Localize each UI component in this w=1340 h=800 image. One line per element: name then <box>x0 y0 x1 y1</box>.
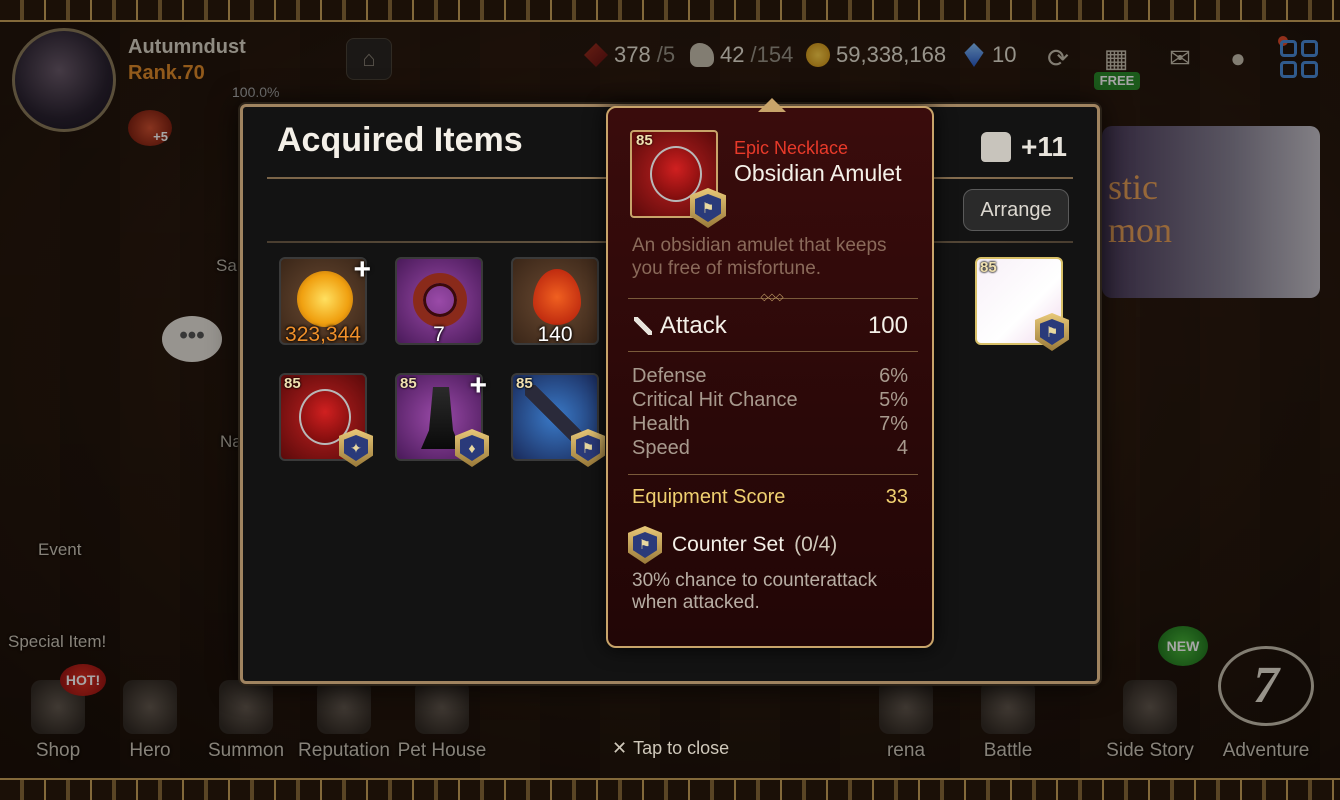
set-name: Counter Set <box>672 533 785 556</box>
tooltip-item-icon: 85 ⚑ <box>630 130 726 228</box>
equipment-score-row: Equipment Score 33 <box>632 486 908 509</box>
item-tooltip: 85 ⚑ Epic Necklace Obsidian Amulet An ob… <box>606 98 934 648</box>
set-badge-icon: ♦ <box>455 429 489 467</box>
item-name: Obsidian Amulet <box>734 160 902 186</box>
counter-set-icon: ⚑ <box>628 526 662 564</box>
sword-icon <box>634 317 652 335</box>
item-level: 85 <box>284 375 301 392</box>
tooltip-item-level: 85 <box>636 132 653 149</box>
item-slot-boots[interactable]: 85 + ♦ <box>395 369 489 467</box>
item-qty: 323,344 <box>285 323 361 346</box>
score-value: 33 <box>885 486 908 508</box>
item-slot-gold-charm[interactable]: + 323,344 <box>279 253 371 346</box>
substat-row: Critical Hit Chance 5% <box>632 389 908 411</box>
substat-row: Defense 6% <box>632 365 908 387</box>
main-stat-label: Attack <box>660 312 727 339</box>
substat-list: Defense 6% Critical Hit Chance 5% Health 7%… <box>632 364 908 460</box>
set-description: 30% chance to counterattack when attacke… <box>632 570 878 613</box>
set-info: ⚑ Counter Set (0/4) <box>628 526 837 564</box>
main-stat-row: Attack 100 <box>634 312 908 340</box>
item-rarity: Epic Necklace <box>734 138 849 158</box>
item-slot-leaf-material[interactable]: 140 <box>511 257 599 346</box>
bag-count: +11 <box>1021 131 1067 162</box>
item-qty: 140 <box>537 323 573 346</box>
item-level: 85 <box>516 375 533 392</box>
divider <box>628 474 918 475</box>
set-badge-icon: ✦ <box>339 429 373 467</box>
substat-row: Speed 4 <box>632 437 908 459</box>
item-qty: 7 <box>433 323 445 346</box>
set-badge-icon: ⚑ <box>1035 313 1069 351</box>
item-level: 85 <box>980 259 997 276</box>
plus-icon: + <box>353 253 371 286</box>
arrange-button[interactable]: Arrange <box>963 189 1069 231</box>
substat-row: Health 7% <box>632 413 908 435</box>
panel-title: Acquired Items <box>277 121 523 159</box>
pet-plus-icon: + <box>469 369 487 402</box>
item-slot-weapon[interactable]: 85 ⚑ <box>511 373 605 467</box>
main-stat-value: 100 <box>867 312 908 339</box>
item-slot-ring-material[interactable]: 7 <box>395 257 483 346</box>
set-badge-icon: ⚑ <box>571 429 605 467</box>
diamond-ornament: ◇◇◇ <box>760 292 784 303</box>
close-icon: ✕ <box>612 738 628 758</box>
item-level: 85 <box>400 375 417 392</box>
set-progress: (0/4) <box>794 533 838 556</box>
divider <box>628 351 918 352</box>
item-description: An obsidian amulet that keeps you free o… <box>632 235 887 279</box>
item-slot-necklace[interactable]: 85 ✦ <box>279 373 373 467</box>
inventory-count: +11 <box>981 131 1067 163</box>
tap-to-close[interactable]: ✕ Tap to close <box>612 738 729 759</box>
backpack-icon <box>981 132 1012 162</box>
tap-close-label: Tap to close <box>633 738 730 758</box>
item-slot-glowing-equipment[interactable]: 85 ⚑ <box>975 257 1069 351</box>
sun-charm-icon <box>297 271 353 327</box>
ring-material-icon <box>413 273 467 327</box>
set-badge-icon: ⚑ <box>690 188 726 228</box>
flame-leaf-icon <box>533 269 581 325</box>
score-label: Equipment Score <box>632 486 786 508</box>
